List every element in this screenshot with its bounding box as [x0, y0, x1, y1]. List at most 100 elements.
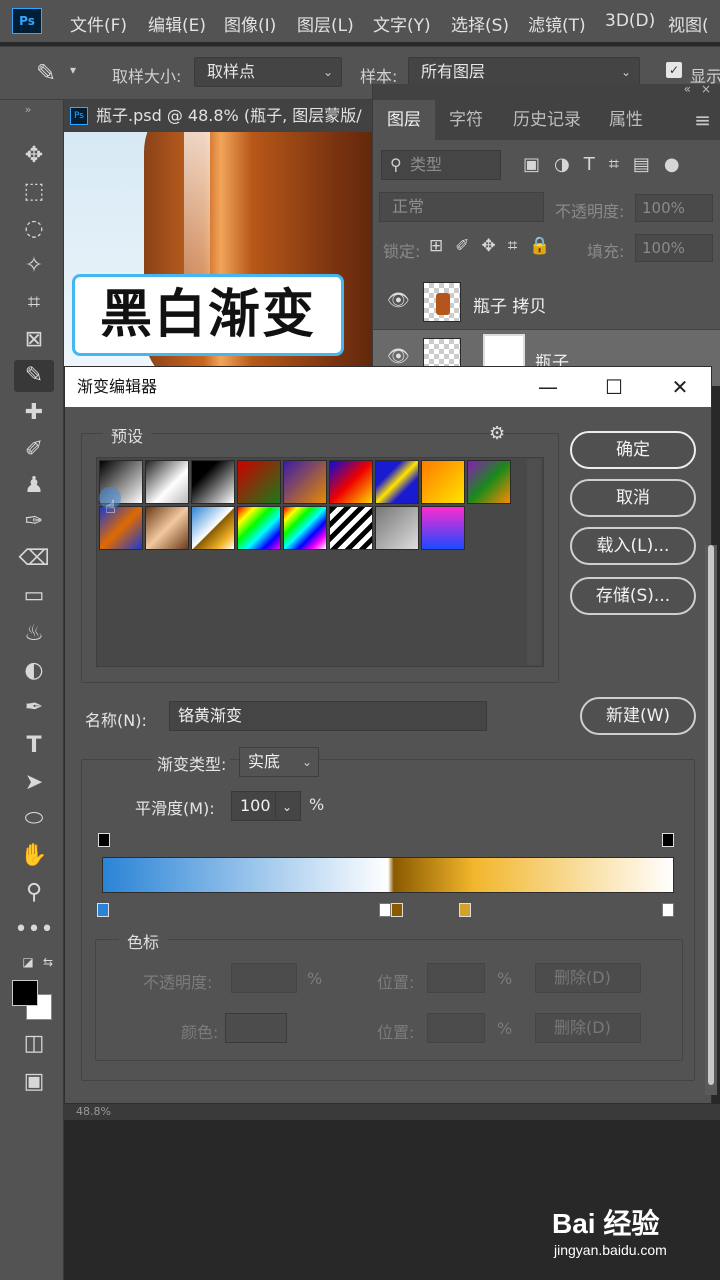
path-selection-tool-icon[interactable]: ➤ [14, 767, 54, 799]
dodge-tool-icon[interactable]: ◐ [14, 655, 54, 687]
smoothness-dropdown[interactable]: ⌄ [275, 791, 301, 821]
marquee-tool-icon[interactable]: ⬚ [14, 176, 54, 208]
preset-swatch[interactable] [467, 460, 511, 504]
color-stop[interactable] [97, 903, 109, 917]
eye-icon[interactable]: 👁 [387, 290, 410, 311]
gradient-preview-bar[interactable] [102, 857, 674, 893]
cancel-button[interactable]: 取消 [570, 479, 696, 517]
quick-mask-icon[interactable]: ◫ [14, 1028, 54, 1060]
crop-tool-icon[interactable]: ⌗ [14, 287, 54, 319]
menu-edit[interactable]: 编辑(E) [148, 11, 206, 36]
stop-opacity-field[interactable] [231, 963, 297, 993]
zoom-tool-icon[interactable]: ⚲ [14, 877, 54, 909]
history-brush-tool-icon[interactable]: ✑ [14, 506, 54, 538]
preset-swatch[interactable] [421, 506, 465, 550]
preset-swatch[interactable] [283, 460, 327, 504]
load-button[interactable]: 载入(L)... [570, 527, 696, 565]
tab-properties[interactable]: 属性 [595, 100, 657, 140]
menu-select[interactable]: 选择(S) [451, 11, 509, 36]
tab-character[interactable]: 字符 [435, 100, 497, 140]
preset-swatch[interactable] [283, 506, 327, 550]
color-stop[interactable] [379, 903, 391, 917]
preset-swatch[interactable] [191, 506, 235, 550]
show-checkbox[interactable]: ✓ [666, 62, 682, 78]
preset-swatch[interactable] [237, 460, 281, 504]
preset-swatch[interactable] [145, 506, 189, 550]
menu-filter[interactable]: 滤镜(T) [528, 11, 586, 36]
close-icon[interactable]: × [701, 82, 711, 96]
new-button[interactable]: 新建(W) [580, 697, 696, 735]
ellipse-tool-icon[interactable]: ⬭ [14, 803, 54, 835]
stop-color-swatch[interactable] [225, 1013, 287, 1043]
layer-filter-icons[interactable]: ▣◑T⌗▤● [523, 154, 694, 175]
menu-layer[interactable]: 图层(L) [297, 11, 354, 36]
layer-row[interactable]: 👁 瓶子 拷贝 [373, 274, 720, 330]
color-stop[interactable] [662, 903, 674, 917]
layer-filter-select[interactable]: ⚲ 类型 [381, 150, 501, 180]
preset-scrollbar[interactable] [527, 459, 541, 665]
stamp-tool-icon[interactable]: ♟ [14, 470, 54, 502]
document-canvas[interactable]: 黑白渐变 [64, 132, 374, 368]
fill-field[interactable]: 100% [635, 234, 713, 262]
menu-file[interactable]: 文件(F) [70, 11, 127, 36]
save-button[interactable]: 存储(S)... [570, 577, 696, 615]
gradient-type-select[interactable]: 实底 ⌄ [239, 747, 319, 777]
healing-brush-tool-icon[interactable]: ✚ [14, 397, 54, 429]
move-tool-icon[interactable]: ✥ [14, 140, 54, 172]
document-tab[interactable]: Ps 瓶子.psd @ 48.8% (瓶子, 图层蒙版/ [64, 100, 374, 132]
menu-type[interactable]: 文字(Y) [373, 11, 431, 36]
magic-wand-tool-icon[interactable]: ✧ [14, 250, 54, 282]
expand-icon[interactable]: » [8, 94, 48, 126]
preset-swatch[interactable] [375, 460, 419, 504]
eyedropper-tool-icon[interactable]: ✎ [14, 360, 54, 392]
stop-position-field[interactable] [427, 963, 485, 993]
tab-history[interactable]: 历史记录 [499, 100, 595, 140]
screen-mode-icon[interactable]: ▣ [14, 1066, 54, 1098]
blur-tool-icon[interactable]: ♨ [14, 618, 54, 650]
delete-color-stop-button[interactable]: 删除(D) [535, 1013, 641, 1043]
menu-3d[interactable]: 3D(D) [605, 11, 655, 31]
sample-select[interactable]: 所有图层 ⌄ [408, 57, 640, 87]
close-icon[interactable]: ✕ [657, 367, 703, 407]
more-tools-icon[interactable]: ••• [14, 914, 54, 946]
chevron-down-icon[interactable]: ▾ [70, 63, 76, 77]
pen-tool-icon[interactable]: ✒ [14, 692, 54, 724]
preset-swatch[interactable] [375, 506, 419, 550]
preset-swatch[interactable] [145, 460, 189, 504]
color-stop[interactable] [391, 903, 403, 917]
gear-icon[interactable]: ⚙ [489, 423, 505, 444]
blend-mode-select[interactable]: 正常 [379, 192, 544, 222]
opacity-stop[interactable] [98, 833, 110, 847]
panel-menu-icon[interactable]: ≡ [694, 108, 711, 132]
lasso-tool-icon[interactable]: ◌ [14, 213, 54, 245]
gradient-tool-icon[interactable]: ▭ [14, 580, 54, 612]
preset-swatch[interactable] [237, 506, 281, 550]
eraser-tool-icon[interactable]: ⌫ [14, 543, 54, 575]
swap-colors-icon[interactable]: ⇆ [28, 946, 68, 978]
menu-view[interactable]: 视图( [668, 11, 709, 36]
color-stop[interactable] [459, 903, 471, 917]
brush-tool-icon[interactable]: ✐ [14, 434, 54, 466]
collapse-icon[interactable]: « [684, 82, 691, 96]
hand-tool-icon[interactable]: ✋ [14, 840, 54, 872]
preset-swatch[interactable] [329, 460, 373, 504]
foreground-color-swatch[interactable] [12, 980, 38, 1006]
gradient-name-field[interactable]: 铬黄渐变 [169, 701, 487, 731]
delete-opacity-stop-button[interactable]: 删除(D) [535, 963, 641, 993]
minimize-icon[interactable]: — [525, 367, 571, 407]
opacity-field[interactable]: 100% [635, 194, 713, 222]
frame-tool-icon[interactable]: ⊠ [14, 324, 54, 356]
ok-button[interactable]: 确定 [570, 431, 696, 469]
preset-swatch[interactable] [329, 506, 373, 550]
lock-icons[interactable]: ⊞✐✥⌗🔒 [429, 236, 562, 256]
vertical-scrollbar[interactable] [705, 545, 717, 1095]
eye-icon[interactable]: 👁 [387, 346, 410, 367]
sample-size-select[interactable]: 取样点 ⌄ [194, 57, 342, 87]
scrollbar-thumb[interactable] [708, 545, 714, 1085]
tab-layers[interactable]: 图层 [373, 100, 435, 140]
type-tool-icon[interactable]: T [14, 730, 54, 762]
preset-swatch[interactable] [421, 460, 465, 504]
opacity-stop[interactable] [662, 833, 674, 847]
preset-swatch[interactable] [191, 460, 235, 504]
maximize-icon[interactable]: ☐ [591, 367, 637, 407]
